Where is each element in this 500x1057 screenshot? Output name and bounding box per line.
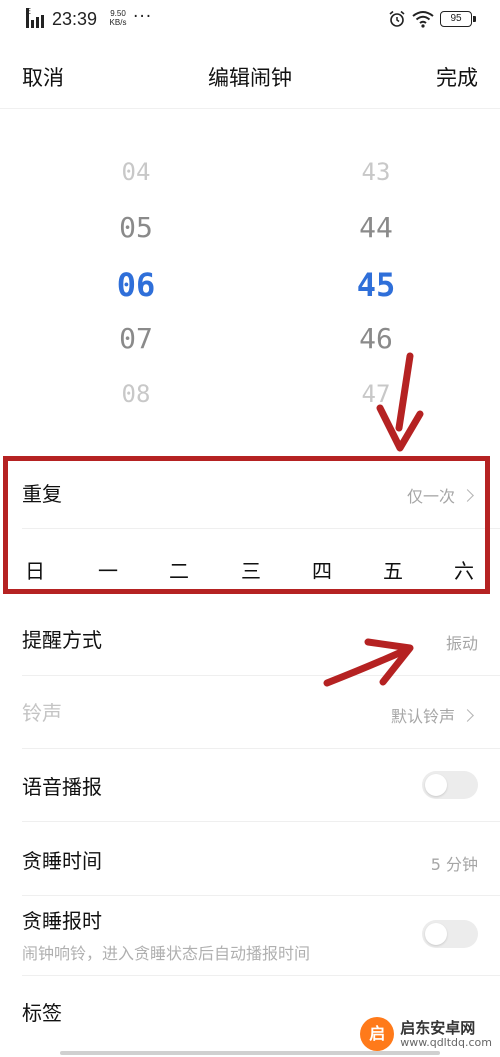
annotation-arrows	[323, 352, 424, 687]
watermark-title: 启东安卓网	[400, 1018, 476, 1037]
watermark: 启 启东安卓网 www.qdltdq.com	[360, 1017, 492, 1051]
watermark-url: www.qdltdq.com	[400, 1035, 492, 1049]
arrow-right-icon	[323, 638, 414, 687]
scroll-indicator	[60, 1051, 440, 1055]
arrow-down-icon	[376, 352, 424, 452]
watermark-logo-icon: 启	[360, 1017, 395, 1051]
